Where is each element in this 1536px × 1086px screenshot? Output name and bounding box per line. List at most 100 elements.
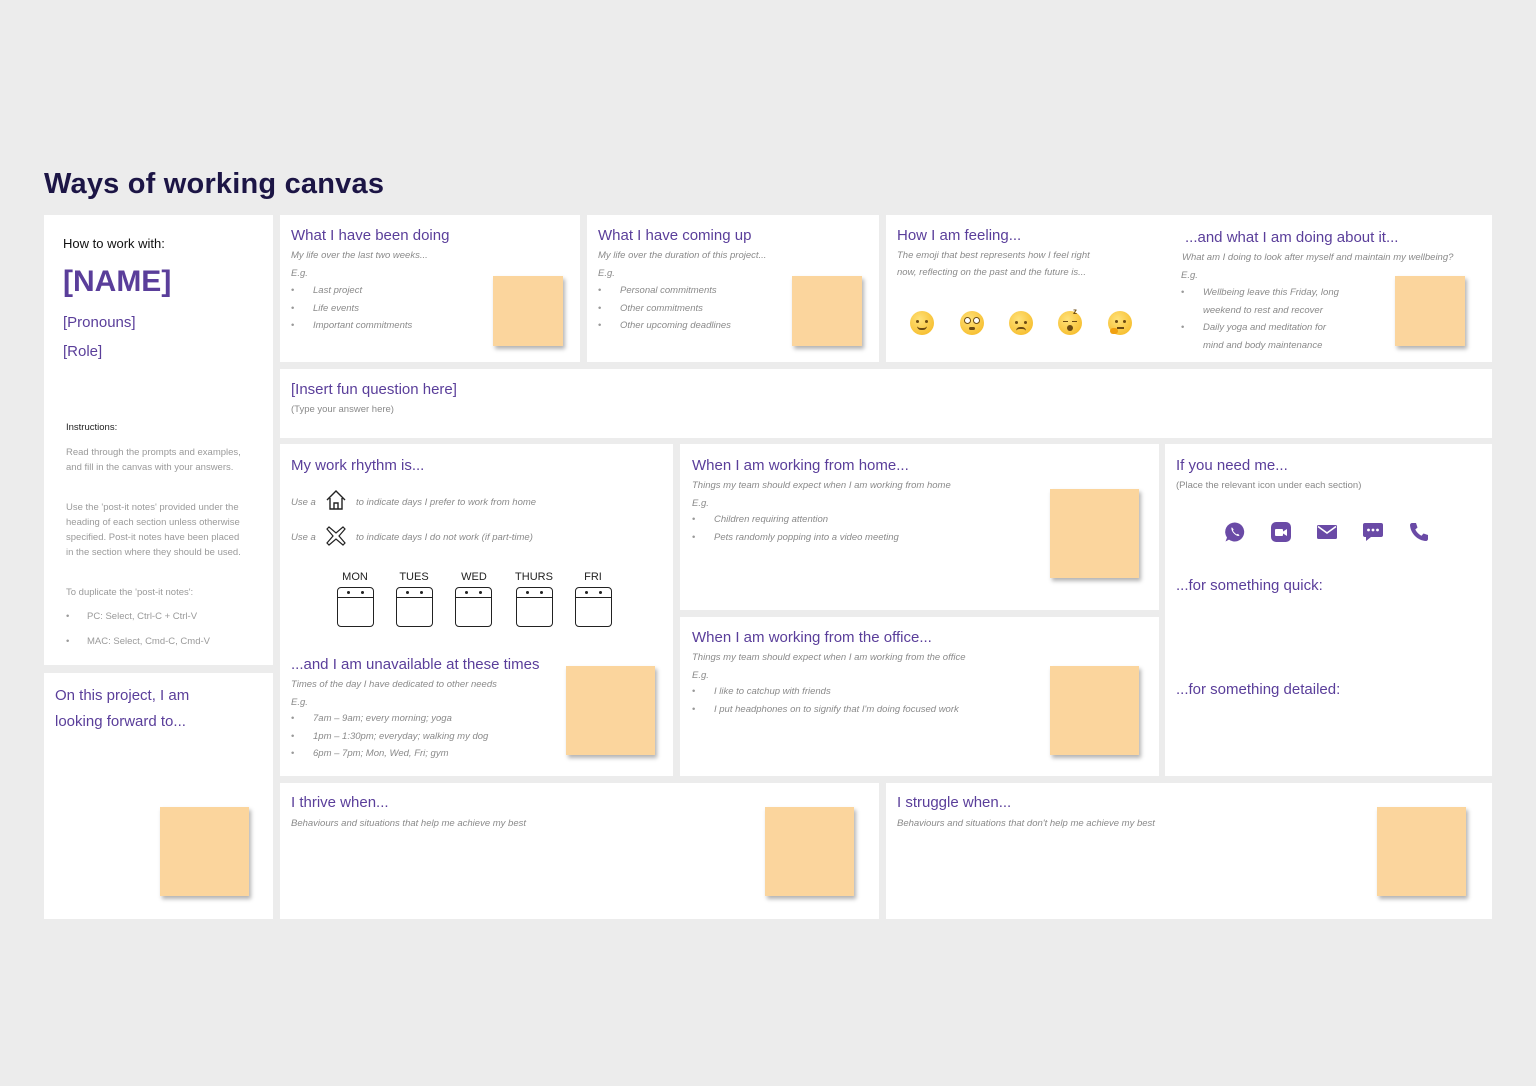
instructions-heading: Instructions: xyxy=(66,422,118,433)
calendar-icon-fri[interactable] xyxy=(575,587,612,627)
post-it-note[interactable] xyxy=(792,276,862,346)
section-heading: How I am feeling... xyxy=(897,227,1022,244)
list-item: Pets randomly popping into a video meeti… xyxy=(692,529,899,547)
what-i-have-coming-up-panel: What I have coming up My life over the d… xyxy=(587,215,879,362)
list-item: Last project xyxy=(291,282,412,300)
wellbeing-subtitle: What am I doing to look after myself and… xyxy=(1182,252,1454,263)
calendar-icon-mon[interactable] xyxy=(337,587,374,627)
section-subtitle: Things my team should expect when I am w… xyxy=(692,480,951,491)
thinking-face-icon[interactable] xyxy=(1108,311,1132,335)
calendar-icon-tues[interactable] xyxy=(396,587,433,627)
home-instruction: to indicate days I prefer to work from h… xyxy=(356,497,537,508)
section-heading: If you need me... xyxy=(1176,457,1288,474)
example-list: 7am – 9am; every morning; yoga 1pm – 1:3… xyxy=(291,710,488,763)
name-field[interactable]: [NAME] xyxy=(63,265,171,299)
looking-forward-panel: On this project, I am looking forward to… xyxy=(44,673,273,919)
relaxed-face-icon[interactable] xyxy=(910,311,934,335)
eg-label: E.g. xyxy=(1181,270,1198,281)
use-label: Use a xyxy=(291,532,316,543)
instructions-text-3: To duplicate the 'post-it notes': xyxy=(66,587,194,598)
section-subtitle: The emoji that best represents how I fee… xyxy=(897,250,1090,278)
section-heading: When I am working from the office... xyxy=(692,629,932,646)
sleeping-face-icon[interactable]: z xyxy=(1058,307,1082,335)
cross-icon xyxy=(326,526,346,546)
role-field[interactable]: [Role] xyxy=(63,343,102,360)
post-it-note[interactable] xyxy=(1050,666,1139,755)
example-list: Children requiring attention Pets random… xyxy=(692,511,899,546)
list-item: Life events xyxy=(291,300,412,318)
email-icon[interactable] xyxy=(1316,521,1338,543)
example-list: I like to catchup with friends I put hea… xyxy=(692,683,959,718)
example-list: Last project Life events Important commi… xyxy=(291,282,412,335)
looking-forward-heading: On this project, I am looking forward to… xyxy=(55,687,190,730)
i-thrive-when-panel: I thrive when... Behaviours and situatio… xyxy=(280,783,879,919)
fun-question-heading: [Insert fun question here] xyxy=(291,381,457,398)
flushed-face-icon[interactable] xyxy=(960,311,984,335)
feeling-panel: How I am feeling... The emoji that best … xyxy=(886,215,1492,362)
list-item: I like to catchup with friends xyxy=(692,683,959,701)
if-you-need-me-panel: If you need me... (Place the relevant ic… xyxy=(1165,444,1492,776)
calendar-icon-wed[interactable] xyxy=(455,587,492,627)
profile-panel: How to work with: [NAME] [Pronouns] [Rol… xyxy=(44,215,273,665)
list-item: Other commitments xyxy=(598,300,731,318)
unavailable-subtitle: Times of the day I have dedicated to oth… xyxy=(291,679,497,690)
section-subtitle: (Place the relevant icon under each sect… xyxy=(1176,480,1362,491)
list-item: Wellbeing leave this Friday, longweekend… xyxy=(1181,284,1339,319)
wellbeing-heading: ...and what I am doing about it... xyxy=(1185,229,1399,246)
phone-icon[interactable] xyxy=(1408,521,1430,543)
home-icon xyxy=(326,490,346,510)
use-label: Use a xyxy=(291,497,316,508)
post-it-note[interactable] xyxy=(566,666,655,755)
list-item: Daily yoga and meditation formind and bo… xyxy=(1181,319,1339,354)
whatsapp-icon[interactable] xyxy=(1224,521,1246,543)
what-i-have-been-doing-panel: What I have been doing My life over the … xyxy=(280,215,580,362)
post-it-note[interactable] xyxy=(493,276,563,346)
section-subtitle: Things my team should expect when I am w… xyxy=(692,652,966,663)
eg-label: E.g. xyxy=(598,268,615,279)
fun-question-panel[interactable]: [Insert fun question here] (Type your an… xyxy=(280,369,1492,438)
fun-question-answer[interactable]: (Type your answer here) xyxy=(291,404,394,415)
work-rhythm-panel: My work rhythm is... Use a to indicate d… xyxy=(280,444,673,776)
post-it-note[interactable] xyxy=(765,807,854,896)
day-label-mon: MON xyxy=(342,571,368,583)
list-item: I put headphones on to signify that I'm … xyxy=(692,701,959,719)
pronouns-field[interactable]: [Pronouns] xyxy=(63,314,136,331)
example-list: Wellbeing leave this Friday, longweekend… xyxy=(1181,284,1339,354)
disappointed-face-icon[interactable] xyxy=(1009,311,1033,335)
post-it-note[interactable] xyxy=(160,807,249,896)
section-subtitle: My life over the duration of this projec… xyxy=(598,250,767,261)
list-item: Personal commitments xyxy=(598,282,731,300)
how-to-label: How to work with: xyxy=(63,236,165,251)
example-list: Personal commitments Other commitments O… xyxy=(598,282,731,335)
eg-label: E.g. xyxy=(291,268,308,279)
quick-heading: ...for something quick: xyxy=(1176,577,1323,594)
day-label-tues: TUES xyxy=(399,571,429,583)
eg-label: E.g. xyxy=(291,697,308,708)
off-instruction: to indicate days I do not work (if part-… xyxy=(356,532,533,543)
video-call-icon[interactable] xyxy=(1270,521,1292,543)
detailed-heading: ...for something detailed: xyxy=(1176,681,1341,698)
calendar-icon-thurs[interactable] xyxy=(516,587,553,627)
i-struggle-when-panel: I struggle when... Behaviours and situat… xyxy=(886,783,1492,919)
working-from-home-panel: When I am working from home... Things my… xyxy=(680,444,1159,610)
post-it-note[interactable] xyxy=(1395,276,1465,346)
section-subtitle: Behaviours and situations that don't hel… xyxy=(897,818,1155,829)
day-label-thurs: THURS xyxy=(515,571,553,583)
list-item: 7am – 9am; every morning; yoga xyxy=(291,710,488,728)
instructions-text-2: Use the 'post-it notes' provided under t… xyxy=(66,502,241,558)
day-label-wed: WED xyxy=(461,571,487,583)
section-heading: What I have coming up xyxy=(598,227,752,244)
chat-icon[interactable] xyxy=(1362,521,1384,543)
page-title: Ways of working canvas xyxy=(44,168,385,200)
post-it-note[interactable] xyxy=(1050,489,1139,578)
post-it-note[interactable] xyxy=(1377,807,1466,896)
section-heading: My work rhythm is... xyxy=(291,457,425,474)
unavailable-heading: ...and I am unavailable at these times xyxy=(291,656,540,673)
section-heading: When I am working from home... xyxy=(692,457,909,474)
list-item: Other upcoming deadlines xyxy=(598,317,731,335)
list-item: Important commitments xyxy=(291,317,412,335)
section-heading: What I have been doing xyxy=(291,227,450,244)
eg-label: E.g. xyxy=(692,670,709,681)
day-label-fri: FRI xyxy=(584,571,602,583)
working-from-office-panel: When I am working from the office... Thi… xyxy=(680,617,1159,776)
